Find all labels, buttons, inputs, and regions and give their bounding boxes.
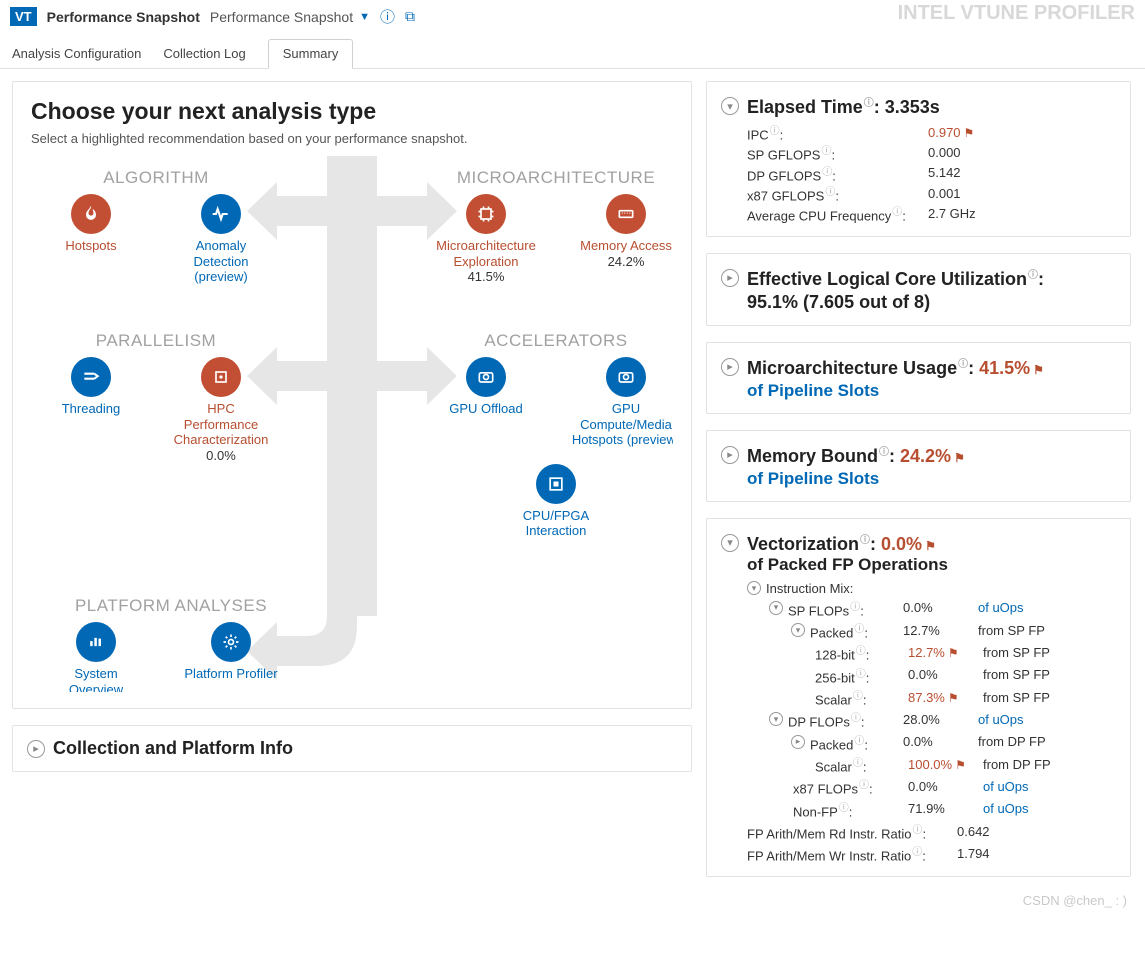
copy-icon[interactable]: ⧉	[405, 8, 415, 25]
util-title: Effective Logical Core Utilizationⓘ:	[747, 266, 1044, 290]
chevron-right-icon[interactable]: ▸	[27, 740, 45, 758]
collection-info-card[interactable]: ▸ Collection and Platform Info	[12, 725, 692, 772]
util-value: 95.1% (7.605 out of 8)	[747, 292, 1116, 313]
vec-title: Vectorizationⓘ: 0.0%⚑	[747, 531, 936, 555]
vectorization-card: ▾ Vectorizationⓘ: 0.0%⚑ of Packed FP Ope…	[706, 518, 1131, 877]
tab-analysis-config[interactable]: Analysis Configuration	[12, 39, 141, 68]
top-toolbar: VT Performance Snapshot Performance Snap…	[0, 0, 1145, 33]
app-badge: VT	[10, 7, 37, 26]
camera-icon	[606, 357, 646, 397]
system-overview-button[interactable]: System Overview	[51, 622, 141, 692]
cpu-fpga-button[interactable]: CPU/FPGA Interaction	[499, 464, 614, 539]
brand-watermark: INTEL VTUNE PROFILER	[898, 2, 1135, 25]
hpc-button[interactable]: HPC Performance Characterization 0.0%	[171, 357, 271, 463]
vec-sub: of Packed FP Operations	[747, 555, 1116, 575]
gear-icon	[211, 622, 251, 662]
collection-info-title: Collection and Platform Info	[53, 738, 293, 759]
tab-bar: Analysis Configuration Collection Log Su…	[0, 39, 1145, 69]
gpu-offload-button[interactable]: GPU Offload	[431, 357, 541, 448]
platform-profiler-button[interactable]: Platform Profiler	[171, 622, 291, 692]
group-platform: PLATFORM ANALYSES	[41, 596, 301, 616]
memory-icon	[606, 194, 646, 234]
watermark: CSDN @chen_ : )	[0, 893, 1145, 908]
group-algorithm: ALGORITHM	[41, 168, 271, 188]
chevron-down-icon[interactable]: ▾	[721, 97, 739, 115]
chevron-down-icon[interactable]: ▾	[721, 534, 739, 552]
choose-subtitle: Select a highlighted recommendation base…	[31, 131, 673, 146]
group-microarchitecture: MICROARCHITECTURE	[431, 168, 673, 188]
micro-sub: of Pipeline Slots	[747, 381, 1116, 401]
camera-icon	[466, 357, 506, 397]
chip-icon	[466, 194, 506, 234]
chevron-down-icon[interactable]: ▾	[747, 581, 761, 595]
micro-exploration-button[interactable]: Microarchitecture Exploration 41.5%	[431, 194, 541, 284]
core-utilization-card: ▸ Effective Logical Core Utilizationⓘ: 9…	[706, 253, 1131, 326]
memory-access-button[interactable]: Memory Access 24.2%	[571, 194, 673, 284]
chip-icon	[201, 357, 241, 397]
hotspots-button[interactable]: Hotspots	[41, 194, 141, 285]
analysis-selector[interactable]: Performance Snapshot	[210, 9, 353, 25]
chevron-right-icon[interactable]: ▸	[721, 446, 739, 464]
memory-bound-card: ▸ Memory Boundⓘ: 24.2%⚑ of Pipeline Slot…	[706, 430, 1131, 502]
micro-title: Microarchitecture Usageⓘ: 41.5%⚑	[747, 355, 1044, 379]
elapsed-time-card: ▾ Elapsed Timeⓘ: 3.353s IPCⓘ:0.970⚑ SP G…	[706, 81, 1131, 237]
anomaly-button[interactable]: Anomaly Detection (preview)	[171, 194, 271, 285]
fpga-icon	[536, 464, 576, 504]
gpu-media-button[interactable]: GPU Compute/Media Hotspots (preview)	[571, 357, 673, 448]
choose-title: Choose your next analysis type	[31, 98, 673, 125]
tab-collection-log[interactable]: Collection Log	[163, 39, 245, 68]
flame-icon	[71, 194, 111, 234]
chevron-right-icon[interactable]: ▸	[721, 358, 739, 376]
choose-analysis-card: Choose your next analysis type Select a …	[12, 81, 692, 709]
elapsed-title: Elapsed Timeⓘ: 3.353s	[747, 94, 940, 118]
chart-icon	[76, 622, 116, 662]
chevron-down-icon[interactable]: ▼	[359, 11, 370, 23]
tab-summary[interactable]: Summary	[268, 39, 354, 69]
help-icon[interactable]: ⓘ	[380, 6, 395, 27]
chevron-right-icon[interactable]: ▸	[721, 269, 739, 287]
threads-icon	[71, 357, 111, 397]
group-parallelism: PARALLELISM	[41, 331, 271, 351]
threading-button[interactable]: Threading	[41, 357, 141, 463]
pulse-icon	[201, 194, 241, 234]
microarchitecture-card: ▸ Microarchitecture Usageⓘ: 41.5%⚑ of Pi…	[706, 342, 1131, 414]
mem-title: Memory Boundⓘ: 24.2%⚑	[747, 443, 965, 467]
analysis-title: Performance Snapshot	[47, 9, 200, 25]
mem-sub: of Pipeline Slots	[747, 469, 1116, 489]
group-accelerators: ACCELERATORS	[431, 331, 673, 351]
